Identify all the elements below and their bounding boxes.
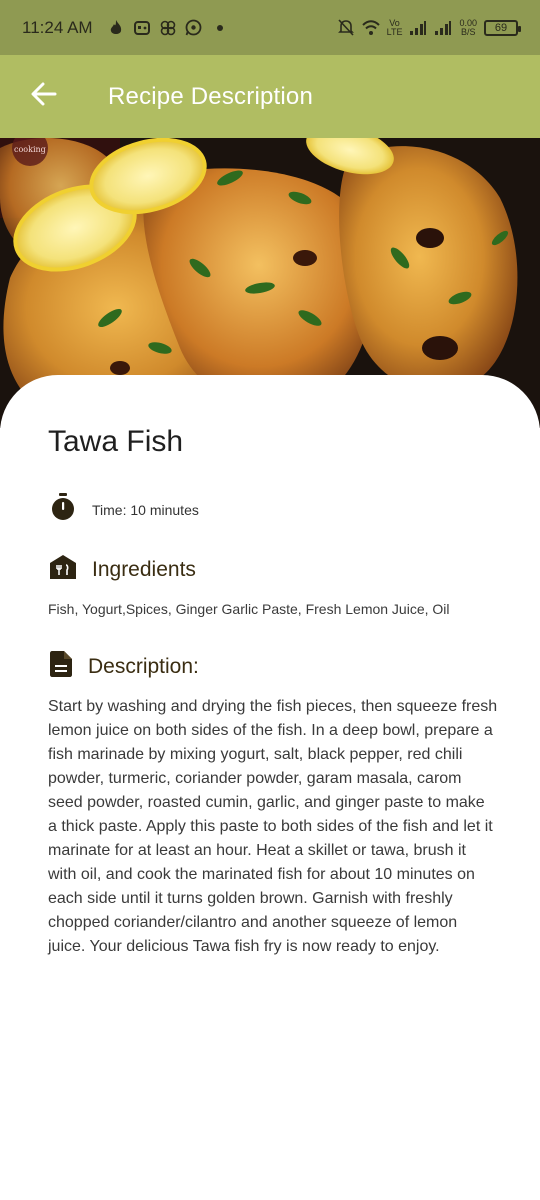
- dot-icon: [211, 19, 229, 37]
- app-bar: Recipe Description: [0, 55, 540, 138]
- arrow-left-icon: [31, 82, 57, 111]
- signal-icon: [409, 19, 427, 37]
- recipe-card: Tawa Fish Time: 10 minutes Ingredients F…: [0, 375, 540, 1200]
- stopwatch-icon: [50, 493, 76, 526]
- status-right: Vo LTE 0.00 B/S 69: [337, 18, 521, 37]
- status-left: 11:24 AM: [22, 18, 229, 38]
- battery-icon: 69: [484, 19, 521, 36]
- volte-indicator: Vo LTE: [386, 18, 403, 37]
- whatsapp-icon: [185, 19, 203, 37]
- signal-icon: [434, 19, 452, 37]
- document-icon: [50, 651, 72, 682]
- wifi-icon: [361, 19, 380, 37]
- description-header: Description:: [50, 651, 199, 682]
- net-speed-unit: B/S: [460, 26, 476, 37]
- back-button[interactable]: [24, 77, 64, 117]
- ingredients-heading: Ingredients: [92, 557, 196, 581]
- battery-level: 69: [494, 21, 508, 34]
- gamepad-icon: [133, 19, 151, 37]
- description-text: Start by washing and drying the fish pie…: [48, 698, 498, 955]
- description-heading: Description:: [88, 654, 199, 678]
- pinwheel-icon: [159, 19, 177, 37]
- cook-time: Time: 10 minutes: [92, 501, 199, 518]
- app-bar-title: Recipe Description: [108, 82, 314, 110]
- status-time: 11:24 AM: [22, 17, 93, 37]
- restaurant-icon: [50, 555, 76, 584]
- lte-label: LTE: [386, 26, 403, 37]
- net-speed: 0.00 B/S: [459, 18, 477, 37]
- recipe-title: Tawa Fish: [48, 425, 184, 458]
- status-bar: 11:24 AM Vo LTE 0.00 B/S 69: [0, 0, 540, 55]
- watermark-text: cooking: [14, 145, 46, 154]
- fire-icon: [107, 19, 125, 37]
- ingredients-header: Ingredients: [50, 555, 196, 584]
- time-row: Time: 10 minutes: [50, 493, 199, 526]
- mute-bell-icon: [337, 19, 355, 37]
- ingredients-list: Fish, Yogurt,Spices, Ginger Garlic Paste…: [48, 601, 450, 617]
